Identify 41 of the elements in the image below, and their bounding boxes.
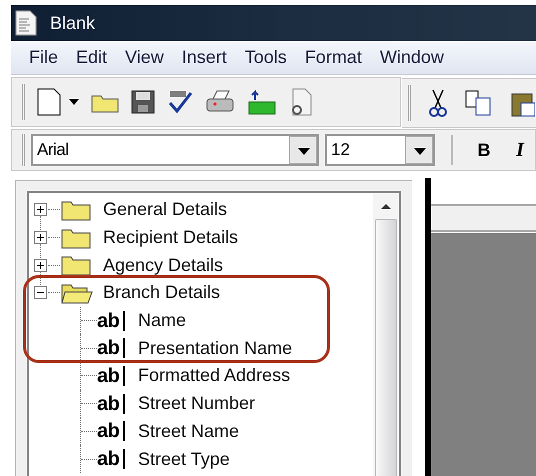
scrollbar-thumb[interactable] — [375, 219, 397, 476]
bold-button[interactable]: B — [469, 136, 499, 164]
new-document-icon[interactable] — [37, 88, 61, 116]
folder-icon — [61, 254, 93, 276]
tree-item[interactable]: Branch Details — [103, 279, 220, 306]
menu-item[interactable]: Tools — [236, 44, 295, 71]
italic-button[interactable]: I — [505, 135, 535, 165]
menu-item[interactable]: Edit — [68, 44, 116, 71]
tree-item[interactable]: Recipient Details — [103, 224, 238, 252]
menu-item[interactable]: Window — [372, 44, 452, 71]
window-title: Blank — [50, 12, 96, 34]
expander[interactable] — [34, 286, 47, 300]
menu-item[interactable]: View — [117, 44, 172, 71]
size-combobox[interactable]: 12 — [325, 134, 435, 166]
font-combobox[interactable]: Arial — [31, 134, 319, 166]
caret-icon[interactable] — [69, 99, 79, 105]
copy-icon[interactable] — [465, 90, 493, 116]
expander[interactable] — [34, 258, 47, 272]
size-value: 12 — [331, 139, 351, 162]
open-folder-icon — [61, 282, 93, 304]
menu-item[interactable]: File — [21, 44, 66, 71]
document-icon — [14, 10, 38, 36]
font-value: Arial — [37, 139, 70, 162]
save-icon[interactable] — [131, 90, 155, 114]
tree-item[interactable]: General Details — [103, 196, 228, 224]
expander[interactable] — [34, 203, 47, 216]
tree-item[interactable]: Street Name — [138, 418, 240, 445]
menu-item[interactable]: Format — [296, 44, 370, 71]
tree-item[interactable]: Formatted Address — [138, 362, 290, 390]
expander[interactable] — [34, 231, 47, 244]
tree-item[interactable]: Street Number — [138, 390, 256, 418]
menu-item[interactable]: Insert — [174, 44, 235, 71]
scrollbar[interactable] — [373, 193, 399, 476]
tree-item[interactable]: Presentation Name — [138, 334, 292, 362]
tree-item[interactable]: Name — [138, 307, 186, 334]
spellcheck-icon[interactable] — [167, 89, 193, 115]
tree-item[interactable]: Agency Details — [103, 252, 224, 279]
scissors-icon[interactable] — [429, 89, 447, 117]
folder-icon — [61, 198, 93, 221]
folder-icon — [61, 226, 93, 249]
tree-item[interactable]: Street Type — [138, 446, 230, 473]
